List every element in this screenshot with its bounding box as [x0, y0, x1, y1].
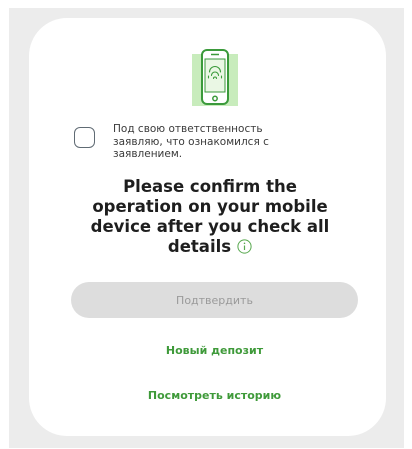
- consent-label: Под свою ответственность заявляю, что оз…: [113, 123, 269, 160]
- new-deposit-link[interactable]: Новый депозит: [71, 344, 358, 357]
- smartphone-fingerprint-icon: [192, 49, 238, 106]
- confirm-button[interactable]: Подтвердить: [71, 282, 358, 318]
- consent-checkbox[interactable]: [74, 127, 95, 148]
- confirmation-text: Please confirm the operation on your mob…: [90, 177, 330, 256]
- info-circle-icon[interactable]: [237, 239, 252, 254]
- confirmation-message: Please confirm the operation on your mob…: [60, 177, 360, 257]
- view-history-link[interactable]: Посмотреть историю: [71, 389, 358, 402]
